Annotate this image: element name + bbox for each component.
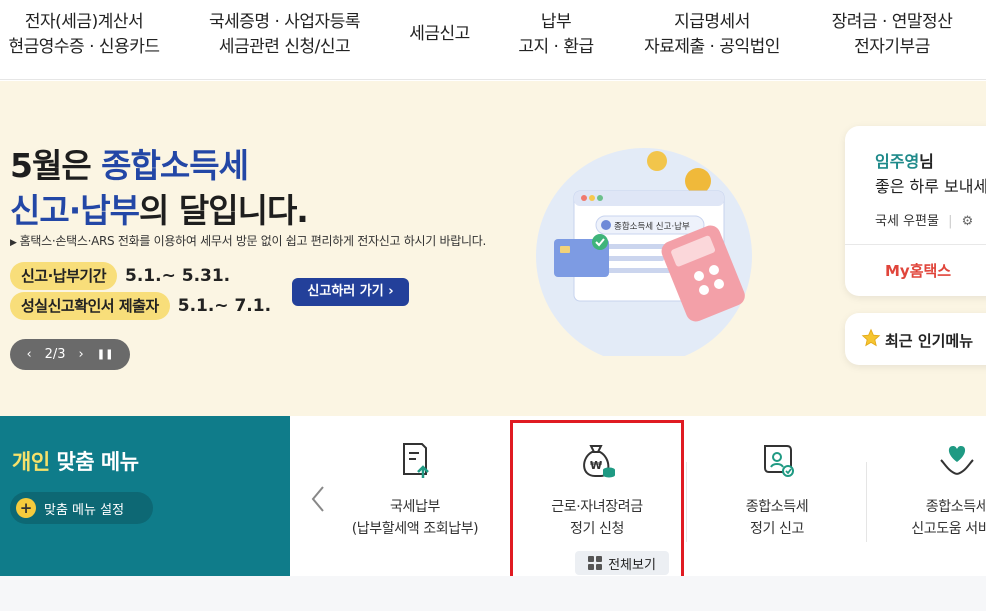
nav-line: 국세증명 · 사업자등록	[209, 12, 360, 32]
hero-description-text: 홈택스·손택스·ARS 전화를 이용하여 세무서 방문 없이 쉽고 편리하게 전…	[19, 234, 487, 248]
greeting: 좋은 하루 보내세요	[875, 177, 986, 196]
plus-icon: +	[16, 498, 36, 518]
my-hometax-link[interactable]: My홈택스	[885, 260, 951, 281]
user-honorific: 님	[919, 152, 934, 171]
star-icon	[861, 328, 881, 347]
nav-line: 세금신고	[409, 24, 470, 44]
period-value: 5.1.~ 7.1.	[177, 296, 272, 316]
document-upload-icon	[403, 443, 429, 478]
divider: |	[948, 214, 953, 229]
nav-line: 세금관련 신청/신고	[218, 37, 351, 57]
gear-icon[interactable]: ⚙	[962, 214, 974, 229]
card-divider	[845, 244, 986, 245]
nav-line: 전자기부금	[854, 37, 930, 57]
period-value: 5.1.~ 5.31.	[125, 266, 231, 286]
nav-line: 고지 · 환급	[518, 37, 594, 57]
hero-banner: 5월은 종합소득세 신고·납부의 달입니다. ▶ 홈택스·손택스·ARS 전화를 …	[0, 81, 986, 416]
divider	[866, 462, 867, 542]
period-label-badge: 성실신고확인서 제출자	[10, 292, 170, 320]
slider-page-indicator: 2/3	[44, 347, 66, 362]
illust-title: 종합소득세 신고·납부	[614, 221, 690, 232]
period-row-faithful: 성실신고확인서 제출자 5.1.~ 7.1.	[10, 292, 271, 320]
tax-return-illustration: 종합소득세 신고·납부	[536, 148, 752, 356]
nav-payment[interactable]: 납부 고지 · 환급	[510, 10, 602, 60]
custom-menu-setting-button[interactable]: + 맞춤 메뉴 설정	[10, 492, 153, 524]
service-item-tax-payment[interactable]: 국세납부 (납부할세액 조회납부)	[330, 440, 500, 540]
nav-line: 현금영수증 · 신용카드	[8, 37, 160, 57]
hero-title-highlight: 신고	[10, 191, 70, 230]
divider	[686, 462, 687, 542]
nav-line: 자료제출 · 공익법인	[644, 37, 780, 57]
custom-menu-setting-label: 맞춤 메뉴 설정	[44, 502, 125, 518]
nav-line: 장려금 · 연말정산	[831, 12, 953, 32]
slider-next-button[interactable]: ›	[79, 347, 84, 362]
service-label-line: 신고도움 서비스	[911, 521, 986, 537]
certificate-icon	[764, 445, 794, 477]
nav-certificate[interactable]: 국세증명 · 사업자등록 세금관련 신청/신고	[202, 10, 367, 60]
slider-pause-button[interactable]: ❚❚	[97, 349, 114, 360]
go-file-button[interactable]: 신고하러 가기 ›	[292, 278, 409, 306]
service-label-line: (납부할세액 조회납부)	[351, 521, 479, 537]
service-item-filing-help[interactable]: 종합소득세 신고도움 서비스	[872, 440, 986, 540]
user-name-text: 임주영	[875, 152, 920, 171]
heart-hands-icon	[940, 446, 974, 475]
custom-menu-panel: 개인 맞춤 메뉴 + 맞춤 메뉴 설정	[0, 416, 290, 576]
hero-title-text: 의 달입니다.	[139, 191, 309, 230]
view-all-label: 전체보기	[608, 557, 656, 573]
service-label-line: 정기 신고	[750, 521, 804, 537]
nav-tax-return[interactable]: 세금신고	[402, 22, 477, 47]
hero-description: ▶ 홈택스·손택스·ARS 전화를 이용하여 세무서 방문 없이 쉽고 편리하게 …	[10, 232, 486, 249]
nav-e-invoice[interactable]: 전자(세금)계산서 현금영수증 · 신용카드	[4, 10, 164, 60]
hero-title-highlight: 납부	[80, 191, 140, 230]
custom-menu-title-highlight: 개인	[12, 450, 50, 474]
hero-title-text: 5월은	[10, 146, 102, 185]
period-row-filing: 신고·납부기간 5.1.~ 5.31.	[10, 262, 230, 290]
slider-controls: ‹ 2/3 › ❚❚	[10, 339, 130, 370]
user-card: 임주영님 좋은 하루 보내세요 국세 우편물 | ⚙ My홈택스	[845, 126, 986, 296]
custom-menu-title: 개인 맞춤 메뉴	[12, 446, 139, 476]
user-name: 임주영님	[875, 148, 934, 172]
popular-menu-label: 최근 인기메뉴	[885, 332, 974, 350]
service-label-line: 종합소득세	[925, 499, 986, 515]
hero-title-separator: ·	[68, 191, 82, 230]
nav-line: 납부	[540, 12, 572, 32]
bottom-strip	[0, 576, 986, 611]
hero-title-highlight: 종합소득세	[101, 146, 249, 185]
hero-title: 5월은 종합소득세 신고·납부의 달입니다.	[10, 143, 309, 233]
popular-menu-card[interactable]: 최근 인기메뉴	[845, 313, 986, 365]
grid-icon	[588, 556, 603, 570]
custom-menu-title-text: 맞춤 메뉴	[49, 450, 139, 474]
nav-statement[interactable]: 지급명세서 자료제출 · 공익법인	[638, 10, 786, 60]
service-label-line: 국세납부	[390, 499, 440, 515]
chevron-left-icon[interactable]	[308, 484, 328, 514]
triangle-bullet-icon: ▶	[10, 238, 17, 248]
nav-line: 전자(세금)계산서	[24, 12, 144, 32]
nav-incentive[interactable]: 장려금 · 연말정산 전자기부금	[822, 10, 962, 60]
top-navigation: 전자(세금)계산서 현금영수증 · 신용카드 국세증명 · 사업자등록 세금관련…	[0, 0, 986, 80]
service-label-line: 종합소득세	[745, 499, 809, 515]
tax-mailbox-link[interactable]: 국세 우편물 | ⚙	[875, 210, 973, 229]
nav-line: 지급명세서	[674, 12, 750, 32]
view-all-button[interactable]: 전체보기	[575, 551, 669, 575]
service-item-income-tax-filing[interactable]: 종합소득세 정기 신고	[692, 440, 862, 540]
period-label-badge: 신고·납부기간	[10, 262, 117, 290]
tax-mailbox-label: 국세 우편물	[875, 214, 939, 229]
slider-prev-button[interactable]: ‹	[26, 347, 31, 362]
